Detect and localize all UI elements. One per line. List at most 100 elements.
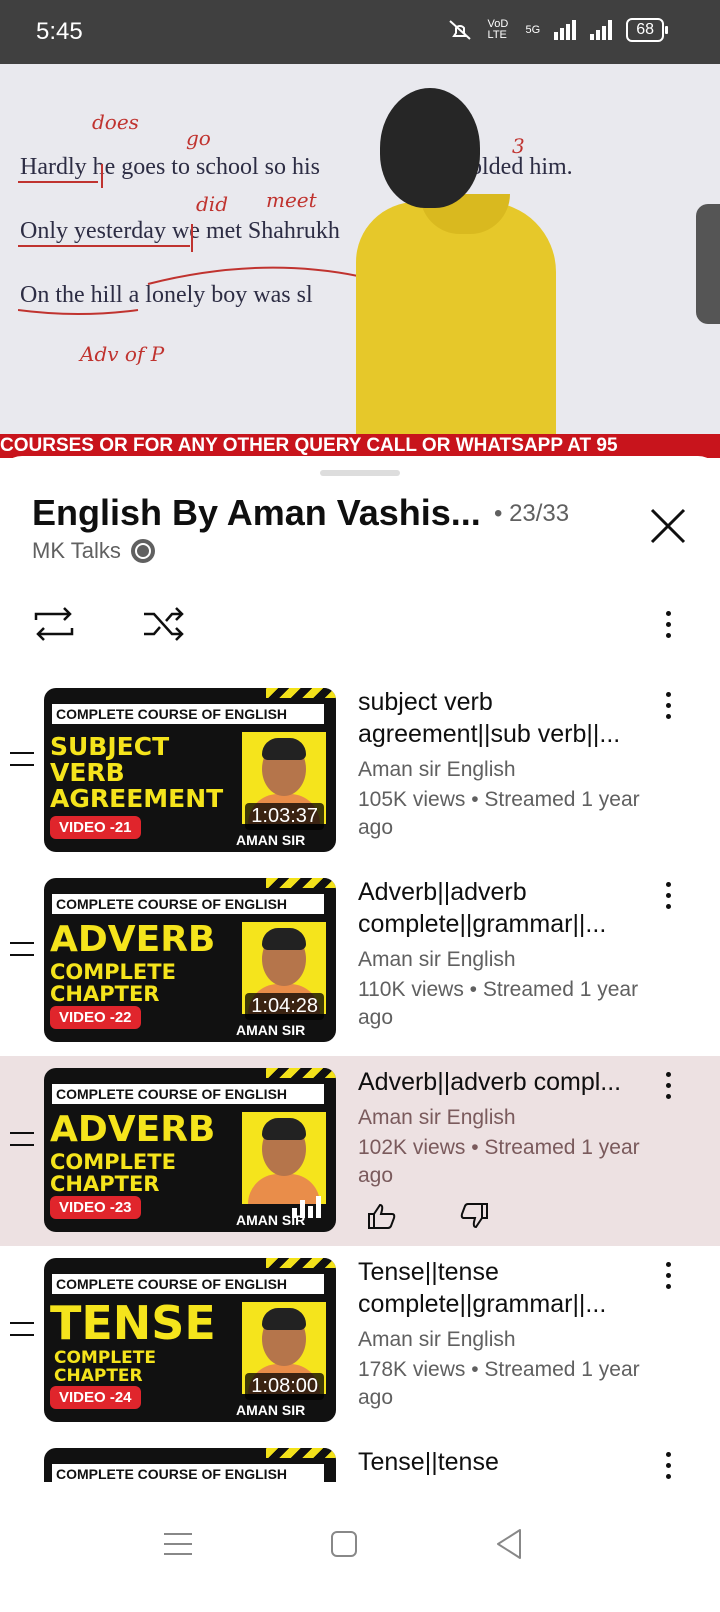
channel-name: Aman sir English — [358, 758, 516, 781]
thumb-photo — [242, 1112, 326, 1204]
thumb-line-1: SUBJECT — [50, 732, 170, 761]
channel-name: Aman sir English — [358, 1328, 516, 1351]
video-meta: 102K views • Streamed 1 year ago — [358, 1136, 640, 1187]
drag-handle-icon[interactable] — [10, 942, 34, 956]
like-button[interactable] — [366, 1202, 398, 1230]
item-menu-button[interactable] — [656, 882, 680, 922]
playlist-owner[interactable]: MK Talks — [32, 538, 155, 564]
thumb-sir-label: AMAN SIR — [236, 832, 306, 848]
item-menu-button[interactable] — [656, 1262, 680, 1302]
loop-icon — [34, 607, 74, 641]
drag-handle-icon[interactable] — [10, 1322, 34, 1336]
item-info[interactable]: Adverb||adverb complete||grammar||... Am… — [358, 876, 658, 1032]
battery-level: 68 — [636, 21, 654, 38]
thumb-header: COMPLETE COURSE OF ENGLISH — [50, 892, 326, 916]
video-player[interactable]: Hardly he goes to school so his olded hi… — [0, 64, 720, 444]
playlist-title: English By Aman Vashis... — [32, 492, 481, 533]
thumb-video-label: VIDEO -24 — [50, 1386, 141, 1409]
duration-badge: 1:08:00 — [245, 1373, 324, 1400]
board-underlines — [18, 164, 358, 315]
back-button[interactable] — [490, 1524, 530, 1564]
more-vert-icon — [656, 1452, 680, 1479]
back-icon — [497, 1529, 521, 1559]
status-time: 5:45 — [36, 18, 83, 45]
playlist-item-1[interactable]: COMPLETE COURSE OF ENGLISH SUBJECT VERB … — [0, 676, 720, 866]
thumb-video-label: VIDEO -22 — [50, 1006, 141, 1029]
thumb-stripes — [266, 1258, 336, 1268]
owner-name: MK Talks — [32, 538, 121, 563]
presenter-head — [380, 88, 480, 208]
shuffle-button[interactable] — [140, 600, 188, 648]
thumbnail[interactable]: COMPLETE COURSE OF ENGLISH ADVERB COMPLE… — [44, 1068, 336, 1232]
signal-icon-2 — [590, 20, 613, 40]
thumbs-up-icon — [368, 1203, 396, 1229]
item-info[interactable]: subject verb agreement||sub verb||... Am… — [358, 686, 658, 842]
thumbnail[interactable]: COMPLETE COURSE OF ENGLISH SUBJECT VERB … — [44, 688, 336, 852]
thumb-video-label: VIDEO -21 — [50, 816, 141, 839]
home-button[interactable] — [324, 1524, 364, 1564]
menu-icon — [164, 1533, 192, 1555]
thumb-line-1: ADVERB — [50, 1109, 216, 1150]
playlist-position: • 23/33 — [494, 500, 570, 527]
playlist-item-3-now-playing[interactable]: COMPLETE COURSE OF ENGLISH ADVERB COMPLE… — [0, 1056, 720, 1246]
video-meta: 105K views • Streamed 1 year ago — [358, 788, 640, 839]
more-vert-icon — [656, 1262, 680, 1289]
sheet-drag-handle[interactable] — [320, 470, 400, 476]
status-icons: VoD LTE 5G 68 — [446, 18, 668, 42]
side-tools[interactable] — [696, 204, 720, 324]
drag-handle-icon[interactable] — [10, 1132, 34, 1146]
video-title: Adverb||adverb complete||grammar||... — [358, 878, 607, 938]
item-menu-button[interactable] — [656, 1072, 680, 1112]
recents-button[interactable] — [158, 1524, 198, 1564]
video-meta: 178K views • Streamed 1 year ago — [358, 1358, 640, 1409]
now-playing-icon — [292, 1194, 322, 1218]
video-title: subject verb agreement||sub verb||... — [358, 688, 621, 748]
thumb-sub-1: COMPLETE — [50, 960, 176, 984]
item-info[interactable]: Tense||tense — [358, 1446, 658, 1478]
thumb-line-3: AGREEMENT — [50, 784, 224, 813]
globe-icon — [130, 539, 155, 563]
item-info[interactable]: Adverb||adverb compl... Aman sir English… — [358, 1066, 658, 1190]
playlist-item-4[interactable]: COMPLETE COURSE OF ENGLISH TENSE COMPLET… — [0, 1246, 720, 1436]
thumb-sub-1: COMPLETE — [50, 1150, 176, 1174]
playlist-menu-button[interactable] — [644, 600, 692, 648]
drag-handle-icon[interactable] — [10, 752, 34, 766]
channel-name: Aman sir English — [358, 948, 516, 971]
close-icon — [650, 508, 686, 544]
battery-icon: 68 — [626, 18, 668, 42]
ticker: COURSES OR FOR ANY OTHER QUERY CALL OR W… — [0, 434, 720, 458]
presenter-body — [356, 202, 556, 444]
more-vert-icon — [656, 692, 680, 719]
thumb-sir-label: AMAN SIR — [236, 1402, 306, 1418]
playlist-item-2[interactable]: COMPLETE COURSE OF ENGLISH ADVERB COMPLE… — [0, 866, 720, 1056]
item-menu-button[interactable] — [656, 692, 680, 732]
thumb-line-2: VERB — [50, 758, 125, 787]
thumb-stripes — [266, 688, 336, 698]
loop-button[interactable] — [30, 600, 78, 648]
thumb-stripes — [266, 1068, 336, 1078]
thumbnail[interactable]: COMPLETE COURSE OF ENGLISH ADVERB COMPLE… — [44, 878, 336, 1042]
close-button[interactable] — [648, 506, 688, 546]
thumb-sir-label: AMAN SIR — [236, 1022, 306, 1038]
thumb-header: COMPLETE COURSE OF ENGLISH — [50, 1272, 326, 1296]
thumb-stripes — [266, 878, 336, 888]
thumb-sub-1: COMPLETE — [54, 1348, 156, 1368]
annotation-go: go — [186, 126, 211, 150]
duration-badge: 1:04:28 — [245, 993, 324, 1020]
board-line-1b: olded him. — [470, 154, 573, 180]
signal-icon — [554, 20, 577, 40]
status-bar: 5:45 VoD LTE 5G 68 — [0, 0, 720, 64]
more-vert-icon — [665, 610, 671, 638]
network-label: VoD LTE — [487, 18, 509, 41]
item-info[interactable]: Tense||tense complete||grammar||... Aman… — [358, 1256, 658, 1412]
system-nav-bar — [0, 1482, 720, 1612]
annotation-does: does — [92, 110, 139, 134]
annotation-adv: Adv of P — [80, 342, 165, 366]
video-title: Adverb||adverb compl... — [358, 1068, 622, 1096]
thumb-header: COMPLETE COURSE OF ENGLISH — [50, 702, 326, 726]
thumb-header: COMPLETE COURSE OF ENGLISH — [50, 1082, 326, 1106]
thumb-stripes — [266, 1448, 336, 1458]
dislike-button[interactable] — [458, 1202, 490, 1230]
thumb-sub-2: CHAPTER — [50, 982, 160, 1006]
thumbnail[interactable]: COMPLETE COURSE OF ENGLISH TENSE COMPLET… — [44, 1258, 336, 1422]
